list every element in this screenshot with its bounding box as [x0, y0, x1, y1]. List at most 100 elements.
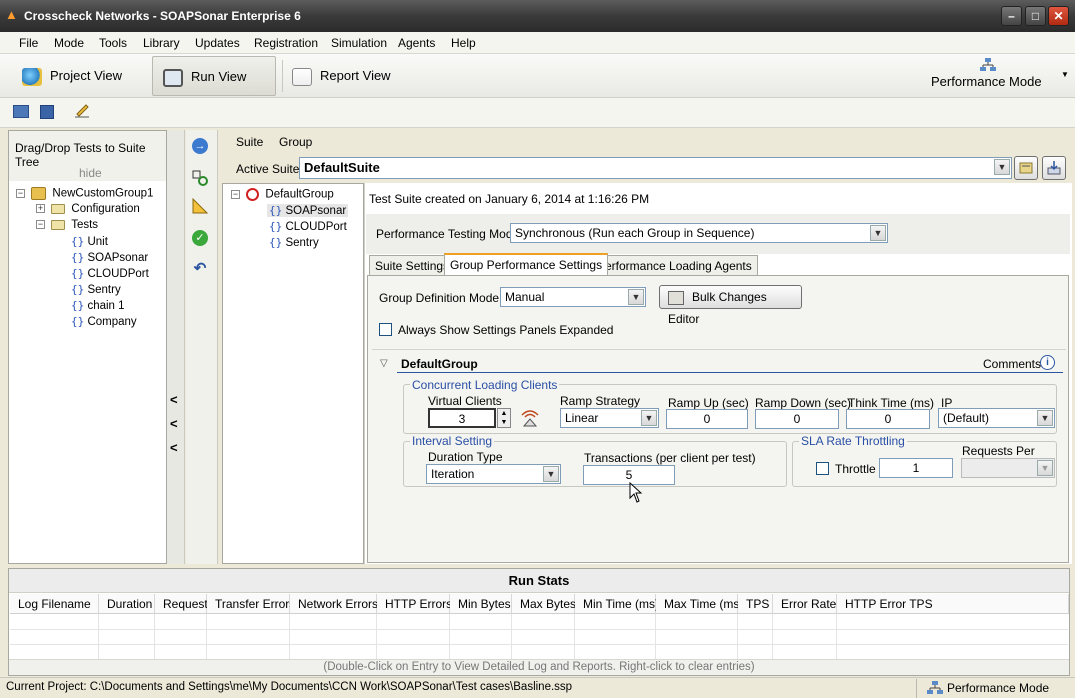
column-header[interactable]: Min Time (ms) — [575, 594, 659, 614]
perf-mode-select[interactable]: Synchronous (Run each Group in Sequence)… — [510, 223, 888, 243]
tab-performance-loading-agents[interactable]: Performance Loading Agents — [591, 255, 758, 275]
suite-tree-item[interactable]: {} CLOUDPort — [267, 220, 349, 233]
ramp-strategy-select[interactable]: Linear ▼ — [560, 408, 659, 428]
duration-type-select[interactable]: Iteration ▼ — [426, 464, 561, 484]
ruler-icon[interactable] — [192, 197, 209, 214]
think-time-label: Think Time (ms) — [848, 396, 935, 410]
ramp-down-input[interactable]: 0 — [755, 409, 839, 429]
info-icon[interactable]: i — [1040, 355, 1055, 370]
wireless-icon[interactable] — [519, 407, 541, 427]
tree-test-item[interactable]: {} Sentry — [71, 283, 121, 296]
tree-root-node[interactable]: − NewCustomGroup1 — [16, 187, 153, 200]
mode-dropdown-icon[interactable]: ▼ — [1061, 70, 1069, 79]
column-header[interactable]: Error Rate — [773, 594, 837, 614]
maximize-button[interactable]: □ — [1025, 6, 1046, 26]
run-stats-hint: (Double-Click on Entry to View Detailed … — [9, 659, 1069, 675]
performance-mode-label[interactable]: Performance Mode — [931, 74, 1042, 89]
tree-configuration-node[interactable]: + Configuration — [36, 203, 140, 215]
ramp-up-input[interactable]: 0 — [666, 409, 748, 429]
tree-test-item[interactable]: {} CLOUDPort — [71, 267, 149, 280]
tree-test-item[interactable]: {} chain 1 — [71, 299, 125, 312]
suite-tree-item-selected[interactable]: {} SOAPsonar — [267, 204, 349, 217]
throttle-input[interactable]: 1 — [879, 458, 953, 478]
tree-test-item[interactable]: {} Company — [71, 315, 137, 328]
column-header[interactable]: HTTP Errors — [377, 594, 452, 614]
column-header[interactable]: Duration — [99, 594, 155, 614]
menu-tools[interactable]: Tools — [99, 36, 127, 50]
braces-icon: {} — [71, 283, 85, 296]
report-view-button[interactable]: Report View — [282, 56, 401, 96]
column-header[interactable]: Transfer Errors — [207, 594, 295, 614]
panel-splitter[interactable]: < < < — [167, 130, 185, 564]
import-suite-button[interactable] — [1042, 156, 1066, 180]
column-header[interactable]: Max Time (ms) — [656, 594, 743, 614]
arrow-right-icon[interactable]: → — [192, 138, 208, 154]
column-header[interactable]: HTTP Error TPS — [837, 594, 1069, 614]
menu-simulation[interactable]: Simulation — [331, 36, 387, 50]
braces-icon: {} — [71, 251, 85, 264]
minimize-button[interactable]: – — [1001, 6, 1022, 26]
column-header[interactable]: Log Filename — [10, 594, 99, 614]
think-time-input[interactable]: 0 — [846, 409, 930, 429]
tree-test-item[interactable]: {} Unit — [71, 235, 108, 248]
menu-mode[interactable]: Mode — [54, 36, 84, 50]
column-header[interactable]: Max Bytes — [512, 594, 576, 614]
comments-label[interactable]: Comments — [983, 357, 1041, 371]
tab-group-performance-settings[interactable]: Group Performance Settings — [444, 253, 609, 275]
menu-file[interactable]: File — [19, 36, 38, 50]
chevron-down-icon[interactable]: ▼ — [628, 289, 644, 305]
bulk-changes-editor-button[interactable]: Bulk Changes Editor — [659, 285, 802, 326]
group-definition-select[interactable]: Manual ▼ — [500, 287, 646, 307]
collapse-icon[interactable]: − — [231, 190, 240, 199]
chevron-down-icon[interactable]: ▼ — [994, 159, 1010, 175]
chevron-down-icon[interactable]: ▼ — [543, 466, 559, 482]
close-button[interactable]: ✕ — [1048, 6, 1069, 26]
tree-tests-node[interactable]: − Tests — [36, 219, 98, 231]
tree-test-item[interactable]: {} SOAPsonar — [71, 251, 148, 264]
save-icon[interactable] — [40, 105, 54, 119]
chevron-down-icon[interactable]: ▼ — [1037, 460, 1053, 476]
suite-settings-button[interactable] — [1014, 156, 1038, 180]
project-view-button[interactable]: Project View — [12, 56, 132, 96]
transactions-label: Transactions (per client per test) — [584, 451, 756, 465]
always-show-checkbox[interactable] — [379, 323, 392, 336]
collapse-arrow[interactable]: < — [170, 416, 178, 431]
throttle-checkbox[interactable] — [816, 462, 829, 475]
edit-pencil-icon[interactable] — [74, 102, 90, 118]
menu-agents[interactable]: Agents — [398, 36, 435, 50]
run-view-button[interactable]: Run View — [152, 56, 276, 96]
chevron-down-icon[interactable]: ▼ — [870, 225, 886, 241]
hide-link[interactable]: hide — [79, 166, 102, 180]
collapse-icon[interactable]: − — [36, 220, 45, 230]
suite-tree-item[interactable]: {} Sentry — [267, 236, 321, 249]
chevron-down-icon[interactable]: ▼ — [641, 410, 657, 426]
checkmark-icon[interactable]: ✓ — [192, 230, 208, 246]
requests-per-select[interactable]: ▼ — [961, 458, 1055, 478]
column-header[interactable]: Requests — [155, 594, 214, 614]
column-header[interactable]: Network Errors — [290, 594, 378, 614]
group-menu[interactable]: Group — [279, 135, 312, 149]
open-folder-icon[interactable] — [13, 105, 29, 118]
virtual-clients-stepper[interactable]: ▲ ▼ — [497, 408, 511, 428]
column-header[interactable]: TPS — [738, 594, 773, 614]
collapse-arrow[interactable]: < — [170, 440, 178, 455]
menu-registration[interactable]: Registration — [254, 36, 318, 50]
suite-tree-root[interactable]: − DefaultGroup — [231, 188, 334, 201]
throttle-label: Throttle — [835, 462, 876, 476]
chevron-down-icon[interactable]: ▼ — [1037, 410, 1053, 426]
collapse-triangle-icon[interactable]: ▽ — [380, 358, 388, 369]
menu-updates[interactable]: Updates — [195, 36, 240, 50]
tab-suite-settings[interactable]: Suite Settings — [369, 255, 456, 275]
active-suite-select[interactable]: DefaultSuite ▼ — [299, 157, 1012, 179]
column-header[interactable]: Min Bytes — [450, 594, 512, 614]
add-test-icon[interactable] — [192, 170, 208, 186]
menu-help[interactable]: Help — [451, 36, 476, 50]
ip-select[interactable]: (Default) ▼ — [938, 408, 1055, 428]
virtual-clients-input[interactable]: 3 — [428, 408, 496, 428]
undo-icon[interactable]: ↶ — [192, 261, 208, 277]
suite-menu[interactable]: Suite — [236, 135, 263, 149]
expand-icon[interactable]: + — [36, 204, 45, 214]
collapse-arrow[interactable]: < — [170, 392, 178, 407]
collapse-icon[interactable]: − — [16, 189, 25, 198]
menu-library[interactable]: Library — [143, 36, 180, 50]
